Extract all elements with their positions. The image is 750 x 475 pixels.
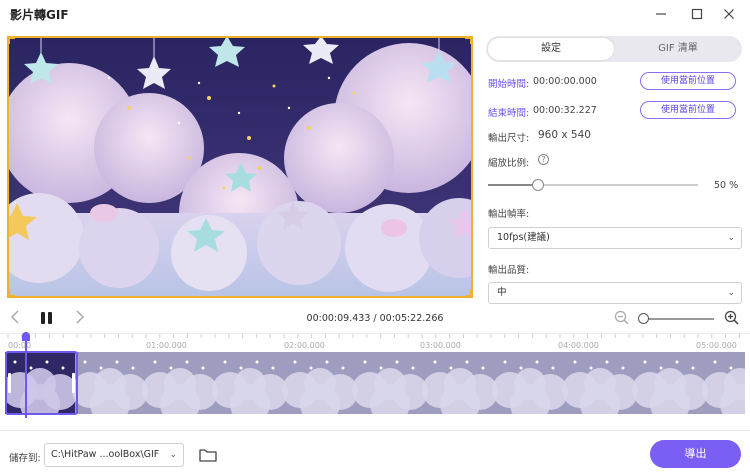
bottom-bar: 儲存到: C:\HitPaw ...oolBox\GIF ⌄ 導出 (0, 430, 750, 475)
scale-value: 50 % (714, 180, 739, 191)
chevron-down-icon: ⌄ (727, 288, 735, 298)
ruler-ticks (7, 334, 740, 338)
timeline-ruler[interactable]: 00:00 01:00.000 02:00.000 03:00.000 04:0… (0, 333, 750, 351)
save-path-value: C:\HitPaw ...oolBox\GIF (51, 449, 160, 460)
zoom-out-icon[interactable] (614, 310, 630, 330)
start-time-label: 開始時間: (488, 79, 530, 90)
filmstrip[interactable] (5, 352, 745, 414)
save-to-label: 儲存到: (9, 453, 41, 464)
crop-handle-bottom-right[interactable] (465, 290, 471, 296)
panel-tabs: 設定 GIF 清單 (486, 36, 742, 62)
chevron-down-icon: ⌄ (727, 233, 735, 243)
tick-label: 03:00.000 (420, 341, 461, 350)
tick-label: 02:00.000 (284, 341, 325, 350)
playhead[interactable] (25, 332, 27, 418)
quality-select[interactable]: 中 ⌄ (488, 282, 742, 304)
crop-handle-top-left[interactable] (9, 38, 15, 44)
use-current-start-button[interactable]: 使用當前位置 (640, 72, 736, 90)
clip-selection[interactable] (5, 351, 78, 415)
frame-rate-value: 10fps(建議) (497, 232, 550, 243)
quality-label: 輸出品質: (488, 265, 530, 276)
chevron-down-icon: ⌄ (169, 450, 177, 460)
export-button[interactable]: 導出 (650, 440, 741, 468)
video-frame-image (9, 38, 471, 296)
tick-label: 01:00.000 (146, 341, 187, 350)
frame-rate-select[interactable]: 10fps(建議) ⌄ (488, 227, 742, 249)
folder-icon[interactable] (198, 446, 218, 464)
filmstrip-thumbnails (5, 352, 745, 414)
tick-label: 04:00.000 (558, 341, 599, 350)
title-bar: 影片轉GIF (0, 0, 750, 28)
tab-settings[interactable]: 設定 (488, 38, 614, 60)
help-icon[interactable]: ? (538, 154, 549, 165)
use-current-end-button[interactable]: 使用當前位置 (640, 101, 736, 119)
scale-slider-fill (488, 184, 538, 186)
pause-icon[interactable] (40, 310, 54, 326)
previous-frame-icon[interactable] (10, 309, 20, 329)
output-size-label: 輸出尺寸: (488, 133, 530, 144)
clip-start-handle[interactable] (8, 373, 11, 393)
settings-panel: 設定 GIF 清單 開始時間: 00:00:00.000 使用當前位置 結束時間… (480, 30, 750, 304)
end-time-value: 00:00:32.227 (533, 105, 597, 116)
video-preview[interactable] (7, 36, 473, 298)
crop-handle-bottom-left[interactable] (9, 290, 15, 296)
quality-value: 中 (497, 287, 507, 298)
zoom-slider-knob[interactable] (638, 313, 649, 324)
scale-slider-knob[interactable] (532, 179, 544, 191)
maximize-icon[interactable] (686, 3, 708, 25)
player-controls: 00:00:09.433 / 00:05:22.266 (0, 308, 750, 330)
crop-handle-top-right[interactable] (465, 38, 471, 44)
clip-end-handle[interactable] (72, 373, 75, 393)
scale-slider[interactable] (488, 179, 698, 191)
tab-gif-list[interactable]: GIF 清單 (616, 38, 740, 60)
zoom-slider[interactable] (638, 313, 714, 324)
tick-label: 00:00 (8, 341, 32, 350)
tick-label: 05:00.000 (696, 341, 737, 350)
start-time-value: 00:00:00.000 (533, 76, 597, 87)
close-icon[interactable] (718, 3, 740, 25)
minimize-icon[interactable] (650, 3, 672, 25)
window-title: 影片轉GIF (10, 8, 69, 22)
frame-rate-label: 輸出幀率: (488, 209, 530, 220)
scale-label: 縮放比例: (488, 158, 530, 169)
timecode: 00:00:09.433 / 00:05:22.266 (306, 313, 444, 324)
output-size-value: 960 x 540 (538, 129, 591, 141)
end-time-label: 結束時間: (488, 108, 530, 119)
save-path-select[interactable]: C:\HitPaw ...oolBox\GIF ⌄ (44, 443, 184, 467)
next-frame-icon[interactable] (75, 309, 85, 329)
zoom-in-icon[interactable] (724, 310, 740, 330)
